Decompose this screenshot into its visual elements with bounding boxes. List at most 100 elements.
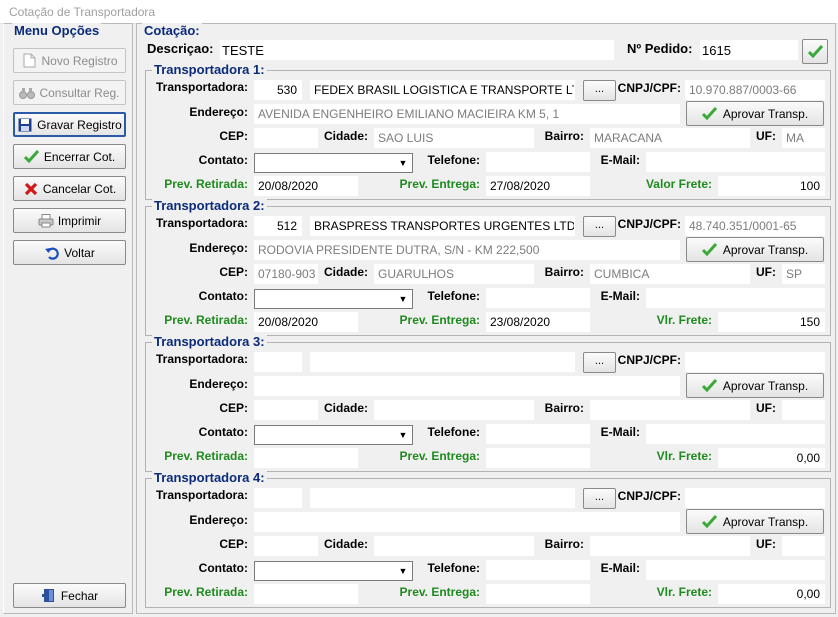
transportadora-name-input[interactable]: [310, 488, 575, 508]
frete-input[interactable]: 0,00: [718, 584, 825, 604]
transportadora-3-frame: Transportadora 3: Transportadora: ... CN…: [145, 334, 831, 472]
transportadora-code-input[interactable]: 530: [254, 80, 302, 100]
frete-label: Valor Frete:: [645, 177, 712, 191]
cep-label: CEP:: [219, 129, 248, 143]
bairro-label: Bairro:: [544, 401, 584, 415]
cidade-label: Cidade:: [323, 401, 368, 415]
cidade-input[interactable]: GUARULHOS: [374, 264, 534, 284]
prev-entrega-label: Prev. Entrega:: [399, 585, 480, 599]
printer-icon: [38, 213, 54, 229]
voltar-button[interactable]: Voltar: [13, 240, 126, 265]
bairro-input[interactable]: MARACANA: [590, 128, 750, 148]
prev-entrega-input[interactable]: [486, 584, 590, 604]
contato-label: Contato:: [198, 425, 248, 439]
telefone-input[interactable]: [486, 288, 590, 308]
aprovar-transportadora-button[interactable]: Aprovar Transp.: [686, 101, 824, 126]
transportadora-name-input[interactable]: [310, 352, 575, 372]
consultar-registro-button[interactable]: Consultar Reg.: [13, 80, 126, 105]
descricao-input[interactable]: TESTE: [220, 40, 614, 60]
cnpj-input[interactable]: [685, 352, 825, 372]
prev-entrega-input[interactable]: [486, 448, 590, 468]
contato-select[interactable]: ▼: [254, 561, 413, 581]
cancelar-cotacao-button[interactable]: Cancelar Cot.: [13, 176, 126, 201]
novo-registro-button[interactable]: Novo Registro: [13, 48, 126, 73]
cep-label: CEP:: [219, 401, 248, 415]
imprimir-button[interactable]: Imprimir: [13, 208, 126, 233]
prev-retirada-input[interactable]: 20/08/2020: [254, 312, 358, 332]
fechar-button[interactable]: Fechar: [13, 583, 126, 608]
checkmark-icon: [702, 378, 718, 394]
endereco-input[interactable]: [254, 376, 680, 396]
uf-input[interactable]: SP: [782, 264, 825, 284]
bairro-input[interactable]: [590, 536, 750, 556]
bairro-input[interactable]: [590, 400, 750, 420]
telefone-input[interactable]: [486, 560, 590, 580]
prev-entrega-input[interactable]: 23/08/2020: [486, 312, 590, 332]
cnpj-label: CNPJ/CPF:: [617, 217, 681, 231]
frete-input[interactable]: 100: [718, 176, 825, 196]
transportadora-code-input[interactable]: [254, 352, 302, 372]
contato-select[interactable]: ▼: [254, 289, 413, 309]
telefone-label: Telefone:: [427, 561, 480, 575]
contato-select[interactable]: ▼: [254, 153, 413, 173]
transportadora-label: Transportadora:: [155, 352, 248, 366]
endereco-input[interactable]: [254, 512, 680, 532]
telefone-input[interactable]: [486, 424, 590, 444]
prev-retirada-label: Prev. Retirada:: [164, 449, 248, 463]
chevron-down-icon[interactable]: ▼: [395, 291, 411, 307]
uf-label: UF:: [756, 537, 776, 551]
telefone-input[interactable]: [486, 152, 590, 172]
aprovar-transportadora-button[interactable]: Aprovar Transp.: [686, 373, 824, 398]
cidade-input[interactable]: [374, 400, 534, 420]
bairro-label: Bairro:: [544, 129, 584, 143]
cnpj-input[interactable]: [685, 488, 825, 508]
cnpj-input[interactable]: 48.740.351/0001-65: [685, 216, 825, 236]
cidade-label: Cidade:: [323, 537, 368, 551]
cnpj-input[interactable]: 10.970.887/0003-66: [685, 80, 825, 100]
uf-input[interactable]: [782, 400, 825, 420]
pedido-input[interactable]: 1615: [700, 40, 798, 60]
aprovar-transportadora-button[interactable]: Aprovar Transp.: [686, 509, 824, 534]
prev-retirada-input[interactable]: [254, 448, 358, 468]
email-input[interactable]: [646, 424, 825, 444]
checkmark-icon: [702, 514, 718, 530]
bairro-input[interactable]: CUMBICA: [590, 264, 750, 284]
aprovar-label: Aprovar Transp.: [722, 242, 809, 257]
chevron-down-icon[interactable]: ▼: [395, 427, 411, 443]
endereco-input[interactable]: AVENIDA ENGENHEIRO EMILIANO MACIEIRA KM …: [254, 104, 680, 124]
telefone-label: Telefone:: [427, 289, 480, 303]
transportadora-1-title: Transportadora 1:: [152, 62, 267, 77]
cidade-input[interactable]: SAO LUIS: [374, 128, 534, 148]
contato-select[interactable]: ▼: [254, 425, 413, 445]
transportadora-name-input[interactable]: BRASPRESS TRANSPORTES URGENTES LTDA: [310, 216, 575, 236]
chevron-down-icon[interactable]: ▼: [395, 563, 411, 579]
frete-input[interactable]: 150: [718, 312, 825, 332]
transportadora-name-input[interactable]: FEDEX BRASIL LOGISTICA E TRANSPORTE LTDA: [310, 80, 575, 100]
window-titlebar: Cotação de Transportadora: [0, 0, 838, 24]
uf-input[interactable]: [782, 536, 825, 556]
prev-entrega-input[interactable]: 27/08/2020: [486, 176, 590, 196]
chevron-down-icon[interactable]: ▼: [395, 155, 411, 171]
prev-retirada-input[interactable]: [254, 584, 358, 604]
transportadora-3-title: Transportadora 3:: [152, 334, 267, 349]
gravar-registro-button[interactable]: Gravar Registro: [13, 112, 126, 137]
email-input[interactable]: [646, 152, 825, 172]
transportadora-code-input[interactable]: [254, 488, 302, 508]
encerrar-cotacao-label: Encerrar Cot.: [43, 149, 116, 164]
contato-label: Contato:: [198, 153, 248, 167]
email-input[interactable]: [646, 560, 825, 580]
endereco-input[interactable]: RODOVIA PRESIDENTE DUTRA, S/N - KM 222,5…: [254, 240, 680, 260]
prev-retirada-label: Prev. Retirada:: [164, 177, 248, 191]
aprovar-transportadora-button[interactable]: Aprovar Transp.: [686, 237, 824, 262]
uf-input[interactable]: MA: [782, 128, 825, 148]
cidade-input[interactable]: [374, 536, 534, 556]
encerrar-cotacao-button[interactable]: Encerrar Cot.: [13, 144, 126, 169]
confirm-pedido-button[interactable]: [802, 39, 828, 64]
prev-retirada-label: Prev. Retirada:: [164, 313, 248, 327]
frete-input[interactable]: 0,00: [718, 448, 825, 468]
email-input[interactable]: [646, 288, 825, 308]
transportadora-code-input[interactable]: 512: [254, 216, 302, 236]
cotacao-panel: Cotação: Descriçao: TESTE Nº Pedido: 161…: [136, 23, 836, 614]
prev-retirada-input[interactable]: 20/08/2020: [254, 176, 358, 196]
fechar-label: Fechar: [60, 588, 99, 603]
